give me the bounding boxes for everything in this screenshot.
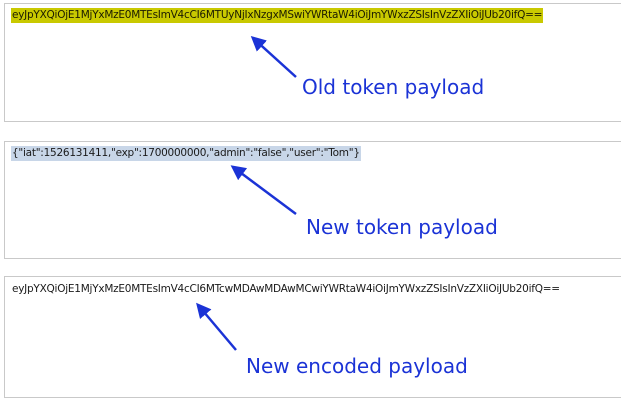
new-token-annotation: New token payload xyxy=(306,215,498,239)
new-encoded-annotation: New encoded payload xyxy=(246,354,468,378)
new-encoded-payload-text[interactable]: eyJpYXQiOjE1MjYxMzE0MTEsImV4cCI6MTcwMDAw… xyxy=(11,282,561,297)
new-token-payload-text[interactable]: {"iat":1526131411,"exp":1700000000,"admi… xyxy=(11,146,361,161)
screenshot-canvas: eyJpYXQiOjE1MjYxMzE0MTEsImV4cCI6MTUyNjIx… xyxy=(0,0,621,404)
old-token-panel[interactable]: eyJpYXQiOjE1MjYxMzE0MTEsImV4cCI6MTUyNjIx… xyxy=(4,3,621,122)
old-token-annotation: Old token payload xyxy=(302,75,485,99)
old-token-payload-text[interactable]: eyJpYXQiOjE1MjYxMzE0MTEsImV4cCI6MTUyNjIx… xyxy=(11,8,544,23)
new-encoded-panel[interactable]: eyJpYXQiOjE1MjYxMzE0MTEsImV4cCI6MTcwMDAw… xyxy=(4,276,621,398)
new-token-panel[interactable]: {"iat":1526131411,"exp":1700000000,"admi… xyxy=(4,141,621,259)
